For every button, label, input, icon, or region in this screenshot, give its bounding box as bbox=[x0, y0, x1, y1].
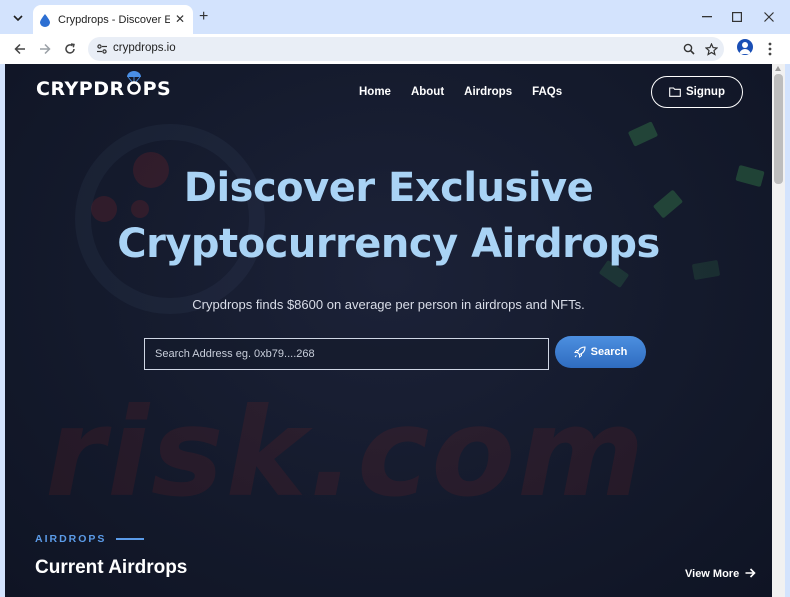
tab-active[interactable]: Crypdrops - Discover Exclusive ✕ bbox=[33, 5, 193, 34]
scrollbar-thumb[interactable] bbox=[774, 74, 783, 184]
chevron-down-icon[interactable] bbox=[8, 8, 28, 28]
maximize-icon[interactable] bbox=[727, 8, 747, 26]
site-info-icon[interactable] bbox=[94, 41, 110, 57]
logo-text-left: CRYPDR bbox=[36, 77, 125, 100]
tab-strip: Crypdrops - Discover Exclusive ✕ + bbox=[0, 0, 790, 34]
star-icon[interactable] bbox=[703, 41, 719, 57]
nav-faqs[interactable]: FAQs bbox=[532, 86, 562, 98]
signup-label: Signup bbox=[686, 86, 725, 98]
eyebrow-divider bbox=[116, 538, 145, 540]
signup-button[interactable]: Signup bbox=[651, 76, 743, 108]
drop-favicon-icon bbox=[39, 13, 51, 27]
folder-icon bbox=[669, 87, 681, 97]
reload-icon[interactable] bbox=[61, 40, 79, 58]
section-title: Current Airdrops bbox=[35, 557, 188, 578]
eyebrow-text: AIRDROPS bbox=[35, 533, 107, 545]
nav-airdrops[interactable]: Airdrops bbox=[464, 86, 512, 98]
site-logo[interactable]: CRYPDR PS bbox=[36, 71, 172, 100]
kebab-icon[interactable] bbox=[763, 40, 777, 58]
section-eyebrow: AIRDROPS bbox=[35, 533, 145, 545]
hero-title: Discover Exclusive Cryptocurrency Airdro… bbox=[5, 160, 772, 272]
profile-icon[interactable] bbox=[737, 39, 753, 55]
browser-chrome: Crypdrops - Discover Exclusive ✕ + crypd… bbox=[0, 0, 790, 64]
scroll-up-arrow-icon[interactable] bbox=[775, 66, 781, 71]
tab-title: Crypdrops - Discover Exclusive bbox=[58, 13, 170, 26]
forward-arrow-icon[interactable] bbox=[36, 40, 54, 58]
plus-icon[interactable]: + bbox=[199, 9, 208, 25]
search-button-label: Search bbox=[590, 346, 628, 358]
nav-about[interactable]: About bbox=[411, 86, 444, 98]
search-button[interactable]: Search bbox=[555, 336, 646, 368]
view-more-label: View More bbox=[685, 567, 740, 580]
browser-toolbar: crypdrops.io bbox=[0, 34, 790, 64]
close-icon[interactable]: ✕ bbox=[175, 13, 185, 25]
back-arrow-icon[interactable] bbox=[11, 40, 29, 58]
window-close-icon[interactable] bbox=[759, 8, 779, 26]
window-frame-right bbox=[785, 64, 790, 597]
money-bill-decoration bbox=[627, 121, 659, 147]
minimize-icon[interactable] bbox=[697, 8, 717, 26]
hero-title-line1: Discover Exclusive bbox=[183, 165, 594, 211]
hero-subtitle: Crypdrops finds $8600 on average per per… bbox=[192, 297, 585, 312]
search-icon[interactable] bbox=[681, 41, 697, 57]
url-text: crypdrops.io bbox=[113, 42, 176, 54]
address-bar[interactable]: crypdrops.io bbox=[88, 37, 724, 61]
address-search-input[interactable] bbox=[144, 338, 549, 370]
main-nav: Home About Airdrops FAQs bbox=[359, 86, 582, 98]
rocket-icon bbox=[573, 346, 586, 358]
logo-text-right: PS bbox=[142, 77, 172, 100]
watermark: risk.com bbox=[45, 382, 647, 524]
view-more-link[interactable]: View More bbox=[685, 566, 756, 581]
hero-title-line2: Cryptocurrency Airdrops bbox=[117, 221, 660, 267]
arrow-right-icon bbox=[745, 566, 756, 581]
page-scrollbar[interactable] bbox=[772, 64, 785, 597]
nav-home[interactable]: Home bbox=[359, 86, 391, 98]
parachute-drop-icon bbox=[125, 71, 143, 100]
page-viewport: risk.com CRYPDR PS Home About Airdrops F… bbox=[5, 64, 772, 597]
